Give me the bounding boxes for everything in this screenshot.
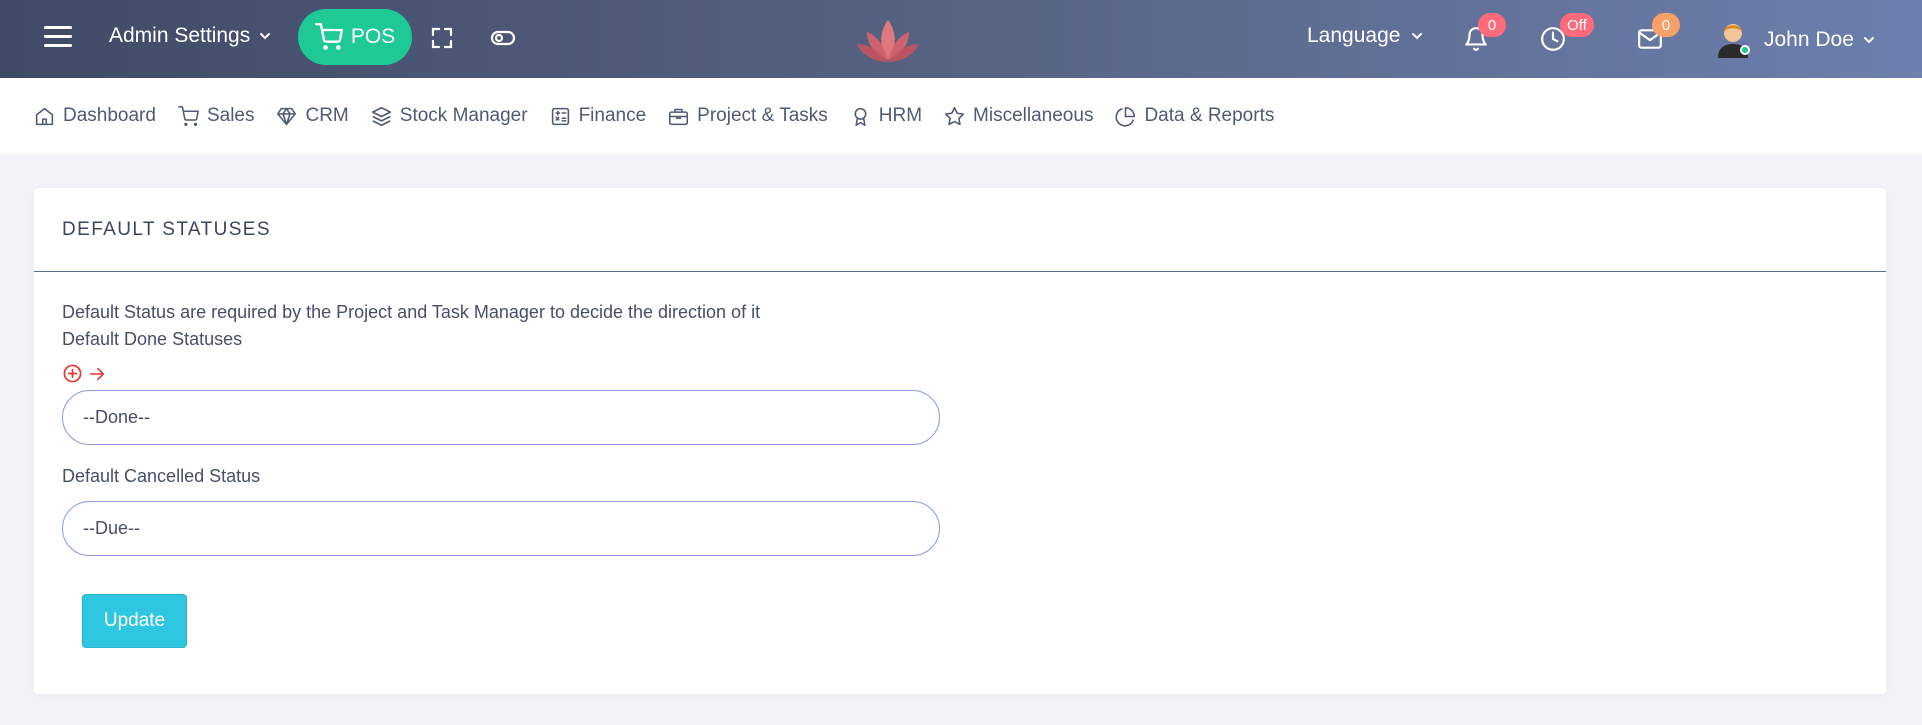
cancelled-status-label: Default Cancelled Status xyxy=(62,466,261,486)
nav-item-label: CRM xyxy=(305,105,349,126)
online-status-dot xyxy=(1740,45,1750,55)
nav-item-label: Data & Reports xyxy=(1144,105,1275,126)
arrow-right-icon[interactable] xyxy=(88,365,106,383)
nav-item-miscellaneous[interactable]: Miscellaneous xyxy=(944,105,1093,127)
nav-item-label: Miscellaneous xyxy=(973,105,1094,126)
main-nav: Dashboard Sales CRM Stock Manager Financ… xyxy=(0,78,1922,154)
menu-toggle-icon[interactable] xyxy=(44,26,72,48)
nav-item-dashboard[interactable]: Dashboard xyxy=(34,105,156,127)
nav-item-sales[interactable]: Sales xyxy=(178,105,255,127)
cancelled-status-select[interactable]: --Due-- xyxy=(62,501,940,556)
description-text: Default Status are required by the Proje… xyxy=(62,302,761,322)
card-header: DEFAULT STATUSES xyxy=(34,188,1886,272)
clock-status-badge: Off xyxy=(1560,13,1594,37)
chevron-down-icon xyxy=(260,33,271,40)
nav-item-label: Sales xyxy=(206,105,255,126)
nav-item-label: Finance xyxy=(578,105,647,126)
cart-icon xyxy=(178,105,199,126)
nav-item-label: Project & Tasks xyxy=(697,105,828,126)
nav-item-crm[interactable]: CRM xyxy=(276,105,349,127)
toggle-icon[interactable] xyxy=(490,26,516,50)
nav-item-finance[interactable]: Finance xyxy=(550,105,647,127)
nav-item-label: HRM xyxy=(878,105,923,126)
nav-item-hrm[interactable]: HRM xyxy=(850,105,922,127)
fullscreen-icon[interactable] xyxy=(430,26,454,50)
layers-icon xyxy=(371,106,391,126)
notifications-badge: 0 xyxy=(1478,13,1506,37)
cart-icon xyxy=(314,23,343,50)
add-circle-icon[interactable] xyxy=(63,364,82,383)
update-button[interactable]: Update xyxy=(82,594,187,648)
diamond-icon xyxy=(277,107,297,125)
pie-chart-icon xyxy=(1115,106,1136,126)
nav-item-label: Stock Manager xyxy=(399,105,528,126)
pos-label: POS xyxy=(350,25,396,48)
cancelled-status-value: --Due-- xyxy=(83,518,140,538)
star-icon xyxy=(945,106,965,125)
done-statuses-value: --Done-- xyxy=(83,407,151,427)
language-dropdown[interactable]: Language xyxy=(1307,24,1424,48)
lotus-logo-icon xyxy=(855,14,921,68)
nav-item-stock-manager[interactable]: Stock Manager xyxy=(371,105,528,127)
card-title: DEFAULT STATUSES xyxy=(62,218,271,240)
nav-item-project-tasks[interactable]: Project & Tasks xyxy=(668,105,828,127)
done-statuses-label: Default Done Statuses xyxy=(62,329,243,349)
language-label: Language xyxy=(1307,24,1401,47)
messages-badge: 0 xyxy=(1652,13,1680,37)
calculator-icon xyxy=(551,107,569,125)
nav-item-label: Dashboard xyxy=(63,105,156,126)
pos-button[interactable]: POS xyxy=(298,9,412,65)
done-statuses-select[interactable]: --Done-- xyxy=(62,390,940,445)
default-statuses-card: DEFAULT STATUSES Default Status are requ… xyxy=(34,188,1886,694)
home-icon xyxy=(35,107,54,125)
admin-settings-label: Admin Settings xyxy=(109,24,251,47)
chevron-down-icon xyxy=(1412,33,1423,40)
chevron-down-icon xyxy=(1863,37,1874,44)
user-name: John Doe xyxy=(1764,28,1854,51)
nav-item-data-reports[interactable]: Data & Reports xyxy=(1115,105,1274,127)
top-bar: Admin Settings POS Language 0 Off 0 John… xyxy=(0,0,1922,78)
admin-settings-dropdown[interactable]: Admin Settings xyxy=(109,24,272,48)
briefcase-icon xyxy=(669,108,689,125)
user-menu-dropdown[interactable]: John Doe xyxy=(1764,28,1876,52)
award-icon xyxy=(854,107,867,126)
